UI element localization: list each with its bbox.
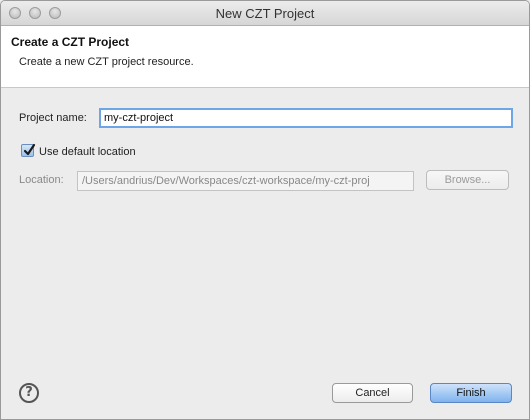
project-name-input[interactable] (99, 108, 513, 128)
use-default-location-label[interactable]: Use default location (39, 146, 136, 158)
title-bar: New CZT Project (1, 1, 529, 26)
browse-button[interactable]: Browse... (426, 170, 509, 190)
window-title: New CZT Project (215, 6, 315, 21)
location-label: Location: (19, 174, 64, 186)
cancel-button[interactable]: Cancel (332, 383, 413, 403)
location-input[interactable] (77, 171, 414, 191)
banner-title: Create a CZT Project (11, 35, 130, 49)
wizard-banner: Create a CZT Project Create a new CZT pr… (1, 26, 529, 88)
checkmark-icon (23, 143, 36, 156)
use-default-location-checkbox[interactable] (21, 143, 36, 157)
dialog-window: New CZT Project Create a CZT Project Cre… (0, 0, 530, 420)
project-name-label: Project name: (19, 112, 87, 124)
help-icon[interactable]: ? (19, 383, 39, 403)
banner-description: Create a new CZT project resource. (19, 56, 194, 68)
finish-button[interactable]: Finish (430, 383, 512, 403)
